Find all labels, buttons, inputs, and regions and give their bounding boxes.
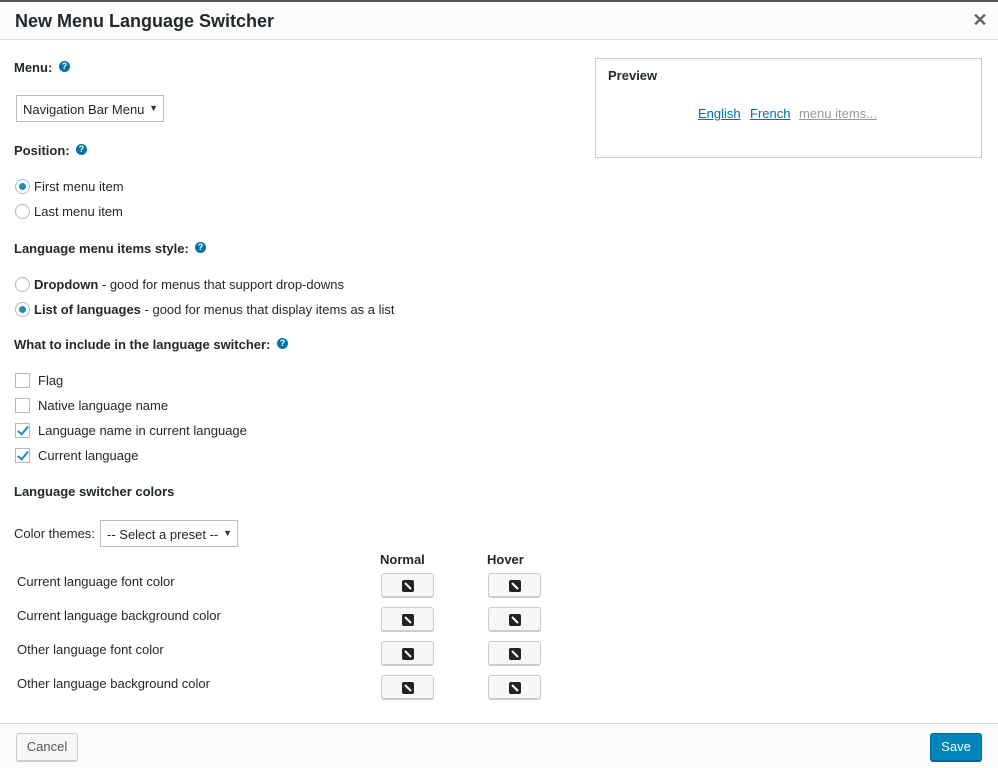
include-label: What to include in the language switcher… [14,337,271,352]
include-flag-checkbox[interactable] [15,373,30,388]
color-row-label: Other language font color [17,642,164,657]
save-button[interactable]: Save [930,733,982,761]
style-label: Language menu items style: [14,241,189,256]
style-list-label: List of languages - good for menus that … [34,302,395,317]
color-row-label: Current language font color [17,574,175,589]
current-bg-hover-picker[interactable] [488,607,541,631]
style-dropdown-desc: - good for menus that support drop-downs [98,277,344,292]
color-picker-icon [402,614,414,626]
other-bg-hover-picker[interactable] [488,675,541,699]
color-preset-value: -- Select a preset -- [107,527,219,542]
style-dropdown-label: Dropdown - good for menus that support d… [34,277,344,292]
include-current-language-checkbox[interactable] [15,448,30,463]
style-dropdown-name: Dropdown [34,277,99,292]
dialog-title: New Menu Language Switcher [15,11,275,31]
position-last-label: Last menu item [34,204,123,219]
color-picker-icon [402,580,414,592]
include-current-language-label: Current language [38,448,139,463]
dialog-titlebar: New Menu Language Switcher ✕ [0,2,998,40]
color-row-label: Current language background color [17,608,221,623]
other-font-normal-picker[interactable] [381,641,434,665]
color-row-label: Other language background color [17,676,210,691]
menu-select[interactable]: Navigation Bar Menu ▼ [16,95,164,122]
color-preset-select[interactable]: -- Select a preset -- ▼ [100,520,238,547]
preview-link-english[interactable]: English [698,106,741,121]
normal-column-header: Normal [380,552,425,567]
chevron-down-icon: ▼ [223,528,232,538]
style-list-desc: - good for menus that display items as a… [140,302,395,317]
close-icon[interactable]: ✕ [972,11,988,29]
menu-select-value: Navigation Bar Menu [23,102,145,117]
cancel-button[interactable]: Cancel [16,733,78,761]
position-first-label: First menu item [34,179,124,194]
color-picker-icon [402,648,414,660]
preview-title: Preview [608,68,658,83]
position-help-icon[interactable]: ? [76,144,87,155]
position-label: Position: [14,143,70,158]
include-native-name-label: Native language name [38,398,169,413]
position-last-radio[interactable] [15,204,30,219]
include-flag-label: Flag [38,373,64,388]
position-first-radio[interactable] [15,179,30,194]
current-font-normal-picker[interactable] [381,573,434,597]
style-help-icon[interactable]: ? [195,242,206,253]
color-themes-label: Color themes: [14,526,95,541]
style-list-radio[interactable] [15,302,30,317]
color-picker-icon [509,614,521,626]
other-font-hover-picker[interactable] [488,641,541,665]
current-font-hover-picker[interactable] [488,573,541,597]
chevron-down-icon: ▼ [149,103,158,113]
menu-help-icon[interactable]: ? [59,61,70,72]
color-picker-icon [509,648,521,660]
style-dropdown-radio[interactable] [15,277,30,292]
style-list-name: List of languages [34,302,141,317]
colors-heading: Language switcher colors [14,484,175,499]
other-bg-normal-picker[interactable] [381,675,434,699]
color-picker-icon [509,682,521,694]
preview-panel: Preview English French menu items... [595,58,982,158]
current-bg-normal-picker[interactable] [381,607,434,631]
preview-link-french[interactable]: French [750,106,790,121]
language-switcher-dialog: New Menu Language Switcher ✕ Menu: ? Nav… [0,0,998,768]
include-current-name-checkbox[interactable] [15,423,30,438]
hover-column-header: Hover [487,552,524,567]
include-native-name-checkbox[interactable] [15,398,30,413]
include-current-name-label: Language name in current language [38,423,247,438]
menu-label: Menu: [14,60,53,75]
color-picker-icon [509,580,521,592]
preview-more-items: menu items... [799,106,878,121]
color-picker-icon [402,682,414,694]
include-help-icon[interactable]: ? [277,338,288,349]
dialog-footer: Cancel Save [0,723,998,768]
